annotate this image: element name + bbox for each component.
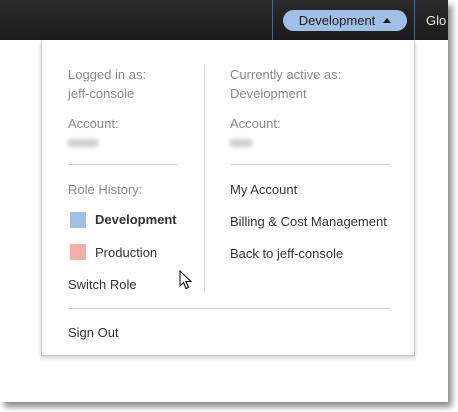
right-divider [230, 164, 390, 165]
role-color-swatch [70, 244, 86, 260]
role-history-label: Role History: [68, 182, 143, 197]
back-to-user-link[interactable]: Back to jeff-console [230, 246, 343, 261]
global-menu[interactable]: Glo [426, 13, 448, 28]
billing-cost-management-link[interactable]: Billing & Cost Management [230, 214, 387, 229]
account-id-redacted [67, 139, 99, 147]
column-divider [204, 65, 205, 293]
role-dropdown-menu: Logged in as: jeff-console Account: Role… [41, 40, 415, 356]
account-label: Account: [68, 116, 119, 131]
console-top-bar: Development Glo [0, 0, 448, 40]
menu-guide-left [272, 0, 273, 40]
currently-active-role: Development [230, 86, 307, 101]
menu-guide-right [414, 0, 415, 40]
switch-role-link[interactable]: Switch Role [68, 277, 137, 292]
role-history-item-production[interactable]: Production [70, 243, 200, 263]
role-switcher-button[interactable]: Development [283, 10, 407, 31]
role-switcher-label: Development [298, 13, 376, 28]
active-account-label: Account: [230, 116, 281, 131]
sign-out-link[interactable]: Sign Out [68, 325, 119, 340]
mouse-pointer-icon [179, 270, 193, 290]
logged-in-label: Logged in as: [68, 67, 147, 82]
role-name: Production [95, 245, 158, 260]
chevron-up-icon [383, 18, 392, 23]
screenshot-frame: Development Glo Logged in as: jeff-conso… [0, 0, 448, 402]
logged-in-user: jeff-console [68, 86, 135, 101]
role-color-swatch [70, 212, 86, 228]
left-divider [68, 164, 178, 165]
my-account-link[interactable]: My Account [230, 182, 297, 197]
active-account-id-redacted [229, 139, 253, 147]
role-history-item-development[interactable]: Development [70, 210, 200, 230]
bottom-divider [68, 308, 390, 309]
role-name: Development [95, 212, 177, 227]
currently-active-label: Currently active as: [230, 67, 342, 82]
